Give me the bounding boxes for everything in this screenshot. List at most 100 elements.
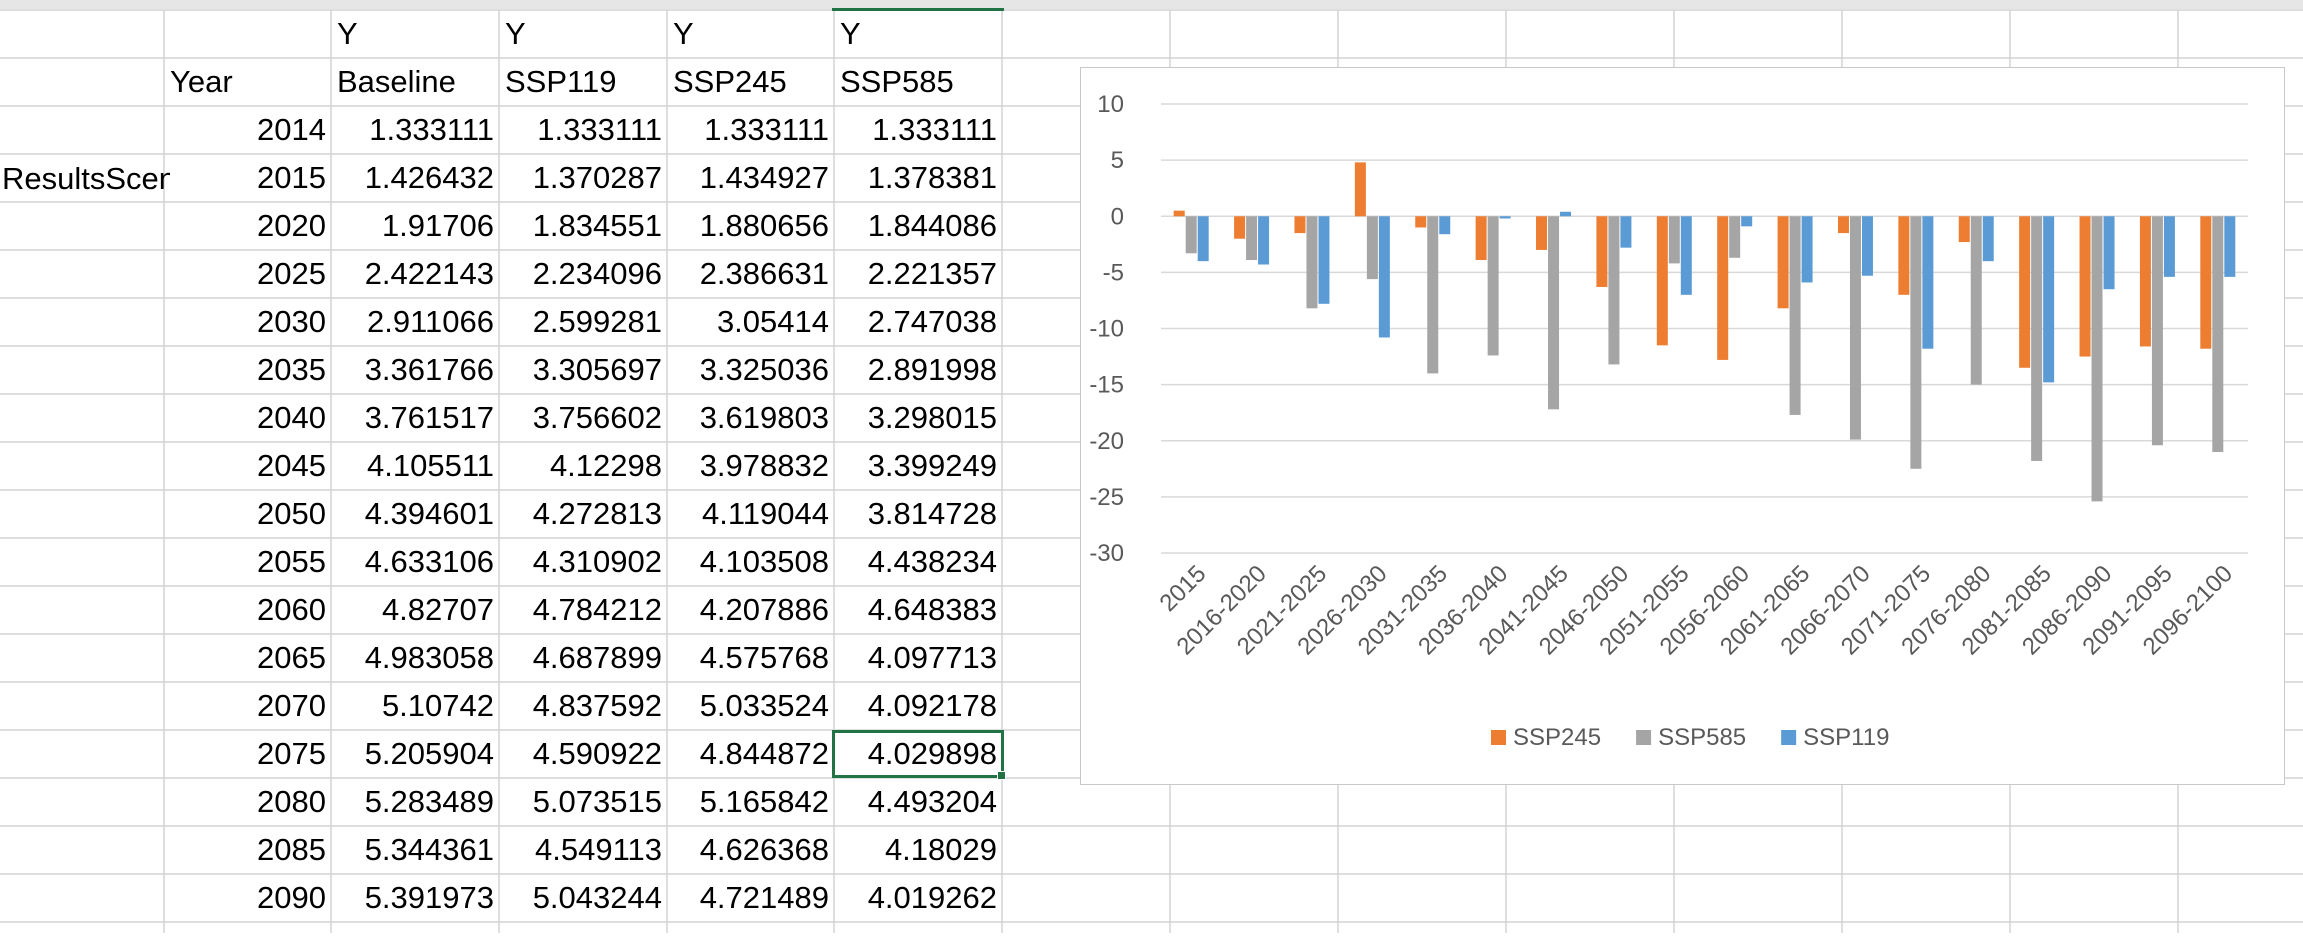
bar-ssp245[interactable] xyxy=(1656,216,1668,346)
data-cell-ssp119[interactable]: 4.549113 xyxy=(499,826,667,874)
bar-ssp119[interactable] xyxy=(2224,216,2236,277)
bar-ssp585[interactable] xyxy=(1849,216,1861,440)
bar-ssp119[interactable] xyxy=(1499,216,1511,219)
data-cell-ssp245[interactable]: 1.434927 xyxy=(667,154,834,202)
data-cell-ssp245[interactable]: 4.207886 xyxy=(667,586,834,634)
bar-ssp245[interactable] xyxy=(2139,216,2151,347)
header-cell-year[interactable]: Year xyxy=(164,58,331,106)
data-cell-ssp119[interactable]: 4.837592 xyxy=(499,682,667,730)
data-cell-baseline[interactable]: 1.333111 xyxy=(331,106,499,154)
data-cell-ssp585[interactable]: 1.378381 xyxy=(834,154,1002,202)
data-cell-baseline[interactable]: 5.10742 xyxy=(331,682,499,730)
bar-ssp119[interactable] xyxy=(1258,216,1270,265)
bar-ssp245[interactable] xyxy=(1173,210,1185,217)
bar-ssp585[interactable] xyxy=(1487,216,1499,356)
data-cell-baseline[interactable]: 4.633106 xyxy=(331,538,499,586)
data-cell-baseline[interactable]: 5.391973 xyxy=(331,874,499,922)
data-cell-baseline[interactable]: 1.91706 xyxy=(331,202,499,250)
data-cell-ssp119[interactable]: 1.370287 xyxy=(499,154,667,202)
bar-ssp585[interactable] xyxy=(2212,216,2224,452)
data-cell-year[interactable]: 2040 xyxy=(164,394,331,442)
data-cell-year[interactable]: 2055 xyxy=(164,538,331,586)
header-cell-ssp119[interactable]: Y xyxy=(499,10,667,58)
bar-ssp585[interactable] xyxy=(1910,216,1922,469)
data-cell-ssp119[interactable]: 1.834551 xyxy=(499,202,667,250)
data-cell-ssp119[interactable]: 1.333111 xyxy=(499,106,667,154)
bar-ssp245[interactable] xyxy=(1777,216,1789,309)
bar-ssp245[interactable] xyxy=(1234,216,1246,239)
bar-ssp245[interactable] xyxy=(1536,216,1548,250)
data-cell-ssp119[interactable]: 2.599281 xyxy=(499,298,667,346)
data-cell-ssp585[interactable]: 4.493204 xyxy=(834,778,1002,826)
data-cell-ssp585[interactable]: 2.221357 xyxy=(834,250,1002,298)
data-cell-baseline[interactable]: 2.422143 xyxy=(331,250,499,298)
bar-ssp245[interactable] xyxy=(2200,216,2212,349)
header-cell-baseline[interactable]: Y xyxy=(331,10,499,58)
bar-ssp585[interactable] xyxy=(2031,216,2043,461)
data-cell-ssp245[interactable]: 1.333111 xyxy=(667,106,834,154)
bar-ssp119[interactable] xyxy=(1922,216,1934,349)
bar-ssp585[interactable] xyxy=(1548,216,1560,410)
data-cell-ssp119[interactable]: 4.590922 xyxy=(499,730,667,778)
data-cell-baseline[interactable]: 4.983058 xyxy=(331,634,499,682)
data-cell-ssp585[interactable]: 1.844086 xyxy=(834,202,1002,250)
data-cell-ssp119[interactable]: 4.12298 xyxy=(499,442,667,490)
data-cell-ssp119[interactable]: 3.305697 xyxy=(499,346,667,394)
data-cell-year[interactable]: 2090 xyxy=(164,874,331,922)
bar-ssp245[interactable] xyxy=(1596,216,1608,287)
overflow-text-cell[interactable]: ResultsScen xyxy=(0,155,170,203)
active-cell-selection[interactable] xyxy=(832,730,1006,780)
data-cell-ssp585[interactable]: 3.298015 xyxy=(834,394,1002,442)
data-cell-ssp585[interactable]: 1.333111 xyxy=(834,106,1002,154)
bar-ssp585[interactable] xyxy=(1427,216,1439,374)
bar-ssp119[interactable] xyxy=(1741,216,1753,227)
bar-ssp585[interactable] xyxy=(1608,216,1620,365)
data-cell-year[interactable]: 2060 xyxy=(164,586,331,634)
bar-chart[interactable]: 10 5 0 -5 -10 -15 -20 -25 -30 2015 2016-2020 2021-2… xyxy=(1080,67,2285,785)
data-cell-baseline[interactable]: 5.344361 xyxy=(331,826,499,874)
data-cell-year[interactable]: 2075 xyxy=(164,730,331,778)
bar-ssp585[interactable] xyxy=(1970,216,1982,385)
bar-ssp585[interactable] xyxy=(2091,216,2103,502)
bar-ssp245[interactable] xyxy=(2079,216,2091,357)
bar-ssp119[interactable] xyxy=(1801,216,1813,283)
data-cell-ssp245[interactable]: 4.844872 xyxy=(667,730,834,778)
bar-ssp245[interactable] xyxy=(1354,162,1366,217)
bar-ssp245[interactable] xyxy=(1898,216,1910,295)
data-cell-year[interactable]: 2065 xyxy=(164,634,331,682)
data-cell-year[interactable]: 2015 xyxy=(164,154,331,202)
data-cell-ssp119[interactable]: 5.073515 xyxy=(499,778,667,826)
data-cell-ssp119[interactable]: 4.272813 xyxy=(499,490,667,538)
data-cell-baseline[interactable]: 5.283489 xyxy=(331,778,499,826)
data-cell-ssp119[interactable]: 4.687899 xyxy=(499,634,667,682)
data-cell-ssp245[interactable]: 3.978832 xyxy=(667,442,834,490)
bar-ssp585[interactable] xyxy=(1668,216,1680,264)
bar-ssp119[interactable] xyxy=(2043,216,2055,383)
data-cell-baseline[interactable]: 4.82707 xyxy=(331,586,499,634)
data-cell-ssp119[interactable]: 4.784212 xyxy=(499,586,667,634)
data-cell-ssp585[interactable]: 4.097713 xyxy=(834,634,1002,682)
data-cell-year[interactable]: 2030 xyxy=(164,298,331,346)
data-cell-ssp245[interactable]: 5.033524 xyxy=(667,682,834,730)
data-cell-ssp119[interactable]: 3.756602 xyxy=(499,394,667,442)
bar-ssp245[interactable] xyxy=(1958,216,1970,243)
bar-ssp585[interactable] xyxy=(1789,216,1801,415)
data-cell-ssp245[interactable]: 5.165842 xyxy=(667,778,834,826)
bar-ssp119[interactable] xyxy=(1560,211,1572,217)
data-cell-year[interactable]: 2050 xyxy=(164,490,331,538)
bar-ssp585[interactable] xyxy=(1185,216,1197,254)
bar-ssp585[interactable] xyxy=(1729,216,1741,258)
data-cell-year[interactable]: 2085 xyxy=(164,826,331,874)
data-cell-ssp585[interactable]: 3.814728 xyxy=(834,490,1002,538)
data-cell-baseline[interactable]: 3.761517 xyxy=(331,394,499,442)
bar-ssp119[interactable] xyxy=(1861,216,1873,276)
bar-ssp119[interactable] xyxy=(1439,216,1451,235)
bar-ssp585[interactable] xyxy=(1246,216,1258,261)
bar-ssp245[interactable] xyxy=(1717,216,1729,360)
header-cell-ssp245[interactable]: SSP245 xyxy=(667,58,834,106)
bar-ssp119[interactable] xyxy=(1620,216,1632,248)
bar-ssp585[interactable] xyxy=(1366,216,1378,280)
fill-handle[interactable] xyxy=(997,771,1006,780)
data-cell-ssp245[interactable]: 1.880656 xyxy=(667,202,834,250)
bar-ssp119[interactable] xyxy=(2103,216,2115,290)
